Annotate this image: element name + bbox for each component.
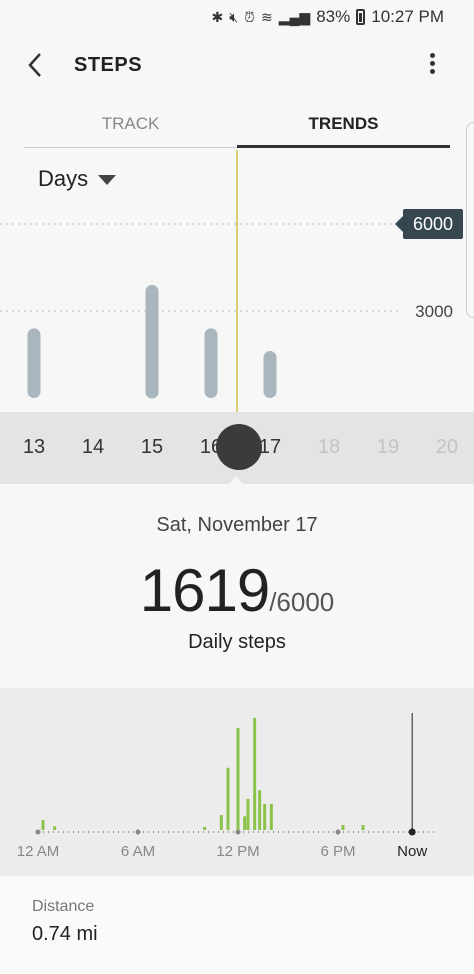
goal-badge: 6000 (394, 209, 464, 239)
hour-label-0: 12 AM (17, 843, 60, 860)
axis-label-3000: 3000 (415, 302, 453, 321)
steps-value: 1619 (139, 557, 270, 624)
battery-icon (356, 9, 366, 25)
bluetooth-icon: ✱ (211, 8, 224, 25)
hour-label-2: 12 PM (216, 843, 259, 860)
hour-bar-0 (41, 820, 45, 830)
now-dot (408, 828, 416, 836)
hour-bar-13 (361, 825, 365, 830)
more-vert-icon[interactable] (422, 50, 442, 80)
distance-card[interactable]: Distance 0.74 mi (0, 876, 474, 974)
mute-icon: 🔇︎ (229, 8, 239, 25)
bar-day-13 (27, 328, 41, 398)
distance-value: 0.74 mi (32, 923, 98, 945)
back-arrow-icon[interactable] (24, 50, 48, 80)
hourly-steps-chart: 12 AM 6 AM 12 PM 6 PM Now (17, 713, 438, 860)
period-value: Days (38, 166, 89, 191)
hour-bar-1 (53, 826, 57, 830)
alarm-icon: ⏰︎ (244, 8, 256, 25)
wifi-icon: ≋ (261, 8, 273, 25)
day-20[interactable]: 20 (427, 436, 467, 459)
clock: 10:27 PM (371, 7, 444, 26)
hour-bar-12 (341, 825, 345, 830)
hour-label-1: 6 AM (121, 843, 155, 860)
hourly-steps-panel: 12 AM 6 AM 12 PM 6 PM Now (0, 688, 474, 876)
day-13[interactable]: 13 (14, 436, 54, 459)
hour-tick-18 (335, 829, 341, 835)
selection-pointer (228, 476, 244, 485)
bar-day-17 (263, 351, 277, 398)
hour-bar-4 (226, 767, 230, 830)
daily-steps-label: Daily steps (188, 631, 286, 653)
day-19[interactable]: 19 (368, 436, 408, 459)
day-14[interactable]: 14 (73, 436, 113, 459)
signal-icon: ▂▄▆ (278, 8, 311, 25)
bar-day-16 (204, 328, 218, 398)
hour-bar-9 (258, 790, 262, 830)
day-15[interactable]: 15 (132, 436, 172, 459)
period-dropdown[interactable]: Days (38, 166, 117, 192)
hour-bar-3 (219, 815, 223, 830)
hour-bar-6 (243, 816, 247, 830)
hour-label-3: 6 PM (320, 843, 355, 860)
step-count: 1619/6000 (0, 556, 474, 625)
hour-bar-11 (269, 803, 273, 830)
selected-date: Sat, November 17 (156, 514, 318, 536)
distance-label: Distance (32, 898, 95, 915)
status-bar: ✱ 🔇︎ ⏰︎ ≋ ▂▄▆ 83% 10:27 PM (0, 0, 474, 34)
selected-day-handle[interactable] (216, 424, 262, 470)
hour-bar-5 (236, 727, 240, 830)
app-bar: STEPS (0, 34, 474, 98)
hour-tick-12 (235, 829, 241, 835)
hour-label-4: Now (397, 843, 427, 860)
dropdown-caret-icon (98, 175, 117, 185)
hour-tick-6 (135, 829, 141, 835)
bar-day-15 (145, 284, 159, 398)
tab-trends[interactable]: TRENDS (237, 100, 450, 148)
hour-bar-10 (263, 803, 267, 830)
day-18[interactable]: 18 (309, 436, 349, 459)
hour-bar-7 (246, 798, 250, 830)
tab-bar: TRACK TRENDS (24, 100, 450, 148)
steps-goal: /6000 (269, 587, 335, 617)
page-title: STEPS (74, 54, 143, 76)
battery-percent: 83% (316, 7, 351, 26)
hour-bar-8 (253, 718, 257, 830)
tab-track[interactable]: TRACK (24, 100, 237, 148)
hour-tick-0 (35, 829, 41, 835)
hour-bar-2 (203, 826, 207, 830)
